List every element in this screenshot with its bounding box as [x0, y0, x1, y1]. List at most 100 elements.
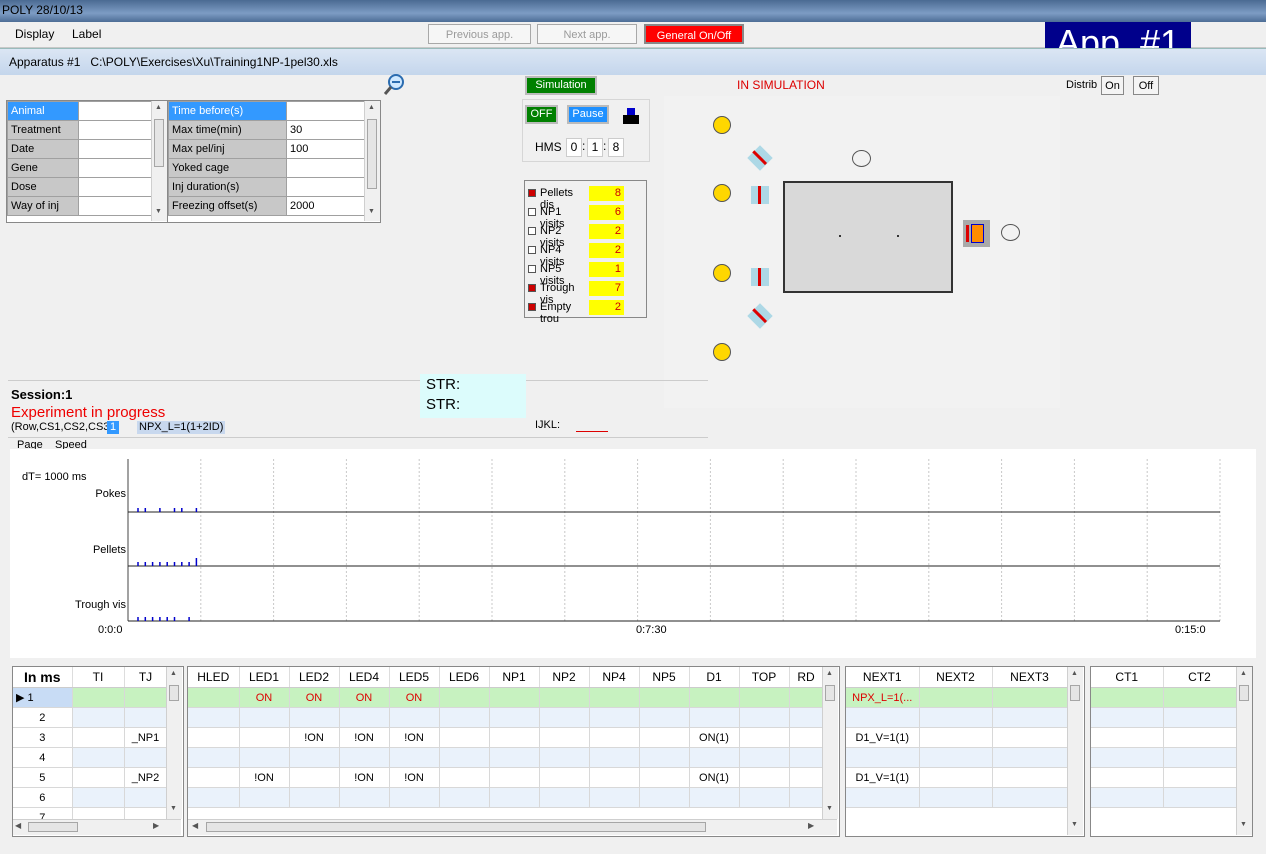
- table-row[interactable]: !ON !ON !ON ON(1): [188, 727, 824, 748]
- counter-checkbox[interactable]: [528, 189, 536, 197]
- property-value[interactable]: [286, 177, 365, 197]
- table-cell[interactable]: [188, 687, 240, 708]
- table-row[interactable]: [1091, 767, 1237, 788]
- table-cell[interactable]: ON: [339, 687, 390, 708]
- menu-label[interactable]: Label: [72, 27, 101, 41]
- table-cell[interactable]: [739, 687, 790, 708]
- table-cell[interactable]: [1163, 787, 1237, 808]
- table-cell[interactable]: [739, 787, 790, 808]
- table-cell[interactable]: [689, 787, 740, 808]
- column-header[interactable]: LED2: [289, 667, 340, 688]
- property-value[interactable]: [78, 101, 153, 121]
- column-header[interactable]: TI: [72, 667, 125, 688]
- table-cell[interactable]: !ON: [339, 767, 390, 788]
- table-cell[interactable]: [439, 707, 490, 728]
- table-cell[interactable]: !ON: [239, 767, 290, 788]
- hms-seconds[interactable]: 8: [608, 138, 624, 157]
- previous-app-button[interactable]: Previous app.: [428, 24, 531, 44]
- table-row[interactable]: [846, 747, 1068, 768]
- table-cell[interactable]: [689, 687, 740, 708]
- counter-checkbox[interactable]: [528, 265, 536, 273]
- property-row[interactable]: Freezing offset(s) 2000: [168, 196, 365, 216]
- table-cell[interactable]: _NP2: [124, 767, 168, 788]
- table-cell[interactable]: [539, 747, 590, 768]
- table-cell[interactable]: [339, 747, 390, 768]
- table-cell[interactable]: D1_V=1(1): [846, 727, 920, 748]
- table-cell[interactable]: [539, 767, 590, 788]
- table-cell[interactable]: ON(1): [689, 727, 740, 748]
- table-cell[interactable]: [1091, 787, 1164, 808]
- property-row[interactable]: Max pel/inj 100: [168, 139, 365, 159]
- table-cell[interactable]: [489, 767, 540, 788]
- table-row[interactable]: 6: [13, 787, 168, 808]
- table-row[interactable]: [846, 707, 1068, 728]
- table-row[interactable]: [188, 707, 824, 728]
- table-cell[interactable]: [389, 747, 440, 768]
- counter-checkbox[interactable]: [528, 284, 536, 292]
- counter-checkbox[interactable]: [528, 208, 536, 216]
- table-cell[interactable]: [489, 727, 540, 748]
- table-cell[interactable]: [439, 727, 490, 748]
- table-cell[interactable]: [919, 747, 993, 768]
- property-row[interactable]: Gene: [7, 158, 153, 178]
- table-cell[interactable]: [589, 687, 640, 708]
- table-cell[interactable]: [992, 727, 1068, 748]
- simulation-button[interactable]: Simulation: [525, 76, 597, 95]
- property-row[interactable]: Animal: [7, 101, 153, 121]
- table-cell[interactable]: [124, 747, 168, 768]
- table-cell[interactable]: [846, 707, 920, 728]
- table-cell[interactable]: 6: [13, 787, 73, 808]
- table-row[interactable]: 2: [13, 707, 168, 728]
- property-value[interactable]: 2000: [286, 196, 365, 216]
- column-header[interactable]: LED5: [389, 667, 440, 688]
- column-header[interactable]: NP2: [539, 667, 590, 688]
- table-cell[interactable]: [639, 767, 690, 788]
- table-cell[interactable]: [992, 787, 1068, 808]
- table-row[interactable]: [846, 787, 1068, 808]
- table-cell[interactable]: [289, 787, 340, 808]
- table-cell[interactable]: [339, 787, 390, 808]
- column-header[interactable]: TJ: [124, 667, 168, 688]
- table-row[interactable]: [1091, 707, 1237, 728]
- column-header[interactable]: TOP: [739, 667, 790, 688]
- table-cell[interactable]: [1091, 707, 1164, 728]
- table-cell[interactable]: [289, 747, 340, 768]
- property-value[interactable]: 30: [286, 120, 365, 140]
- table-cell[interactable]: [919, 687, 993, 708]
- property-value[interactable]: [286, 158, 365, 178]
- column-header[interactable]: LED1: [239, 667, 290, 688]
- table-cell[interactable]: [1163, 727, 1237, 748]
- table-cell[interactable]: [739, 747, 790, 768]
- grid-4-vscroll[interactable]: ▲ ▼: [1236, 667, 1252, 835]
- property-row[interactable]: Inj duration(s): [168, 177, 365, 197]
- table-row[interactable]: 4: [13, 747, 168, 768]
- table-cell[interactable]: [689, 707, 740, 728]
- property-row[interactable]: Dose: [7, 177, 153, 197]
- table-cell[interactable]: _NP1: [124, 727, 168, 748]
- table-cell[interactable]: [489, 707, 540, 728]
- stop-icon[interactable]: [622, 107, 640, 125]
- counter-checkbox[interactable]: [528, 303, 536, 311]
- table-cell[interactable]: [1163, 767, 1237, 788]
- table-cell[interactable]: [72, 787, 125, 808]
- table-cell[interactable]: [739, 767, 790, 788]
- table-cell[interactable]: [589, 767, 640, 788]
- table-cell[interactable]: [689, 747, 740, 768]
- table-cell[interactable]: [739, 727, 790, 748]
- table-cell[interactable]: [239, 787, 290, 808]
- table-cell[interactable]: !ON: [389, 767, 440, 788]
- grid-2-hscroll[interactable]: ◀ ▶: [188, 819, 837, 835]
- table-cell[interactable]: 2: [13, 707, 73, 728]
- table-row[interactable]: ON ON ON ON: [188, 687, 824, 708]
- column-header[interactable]: NP4: [589, 667, 640, 688]
- table-cell[interactable]: ON(1): [689, 767, 740, 788]
- off-button[interactable]: OFF: [525, 105, 558, 124]
- table-cell[interactable]: [239, 707, 290, 728]
- property-row[interactable]: Max time(min) 30: [168, 120, 365, 140]
- table-cell[interactable]: [789, 727, 824, 748]
- property-value[interactable]: [286, 101, 365, 121]
- table-row[interactable]: 3 _NP1: [13, 727, 168, 748]
- hms-hours[interactable]: 0: [566, 138, 582, 157]
- table-row[interactable]: D1_V=1(1): [846, 767, 1068, 788]
- table-cell[interactable]: [539, 727, 590, 748]
